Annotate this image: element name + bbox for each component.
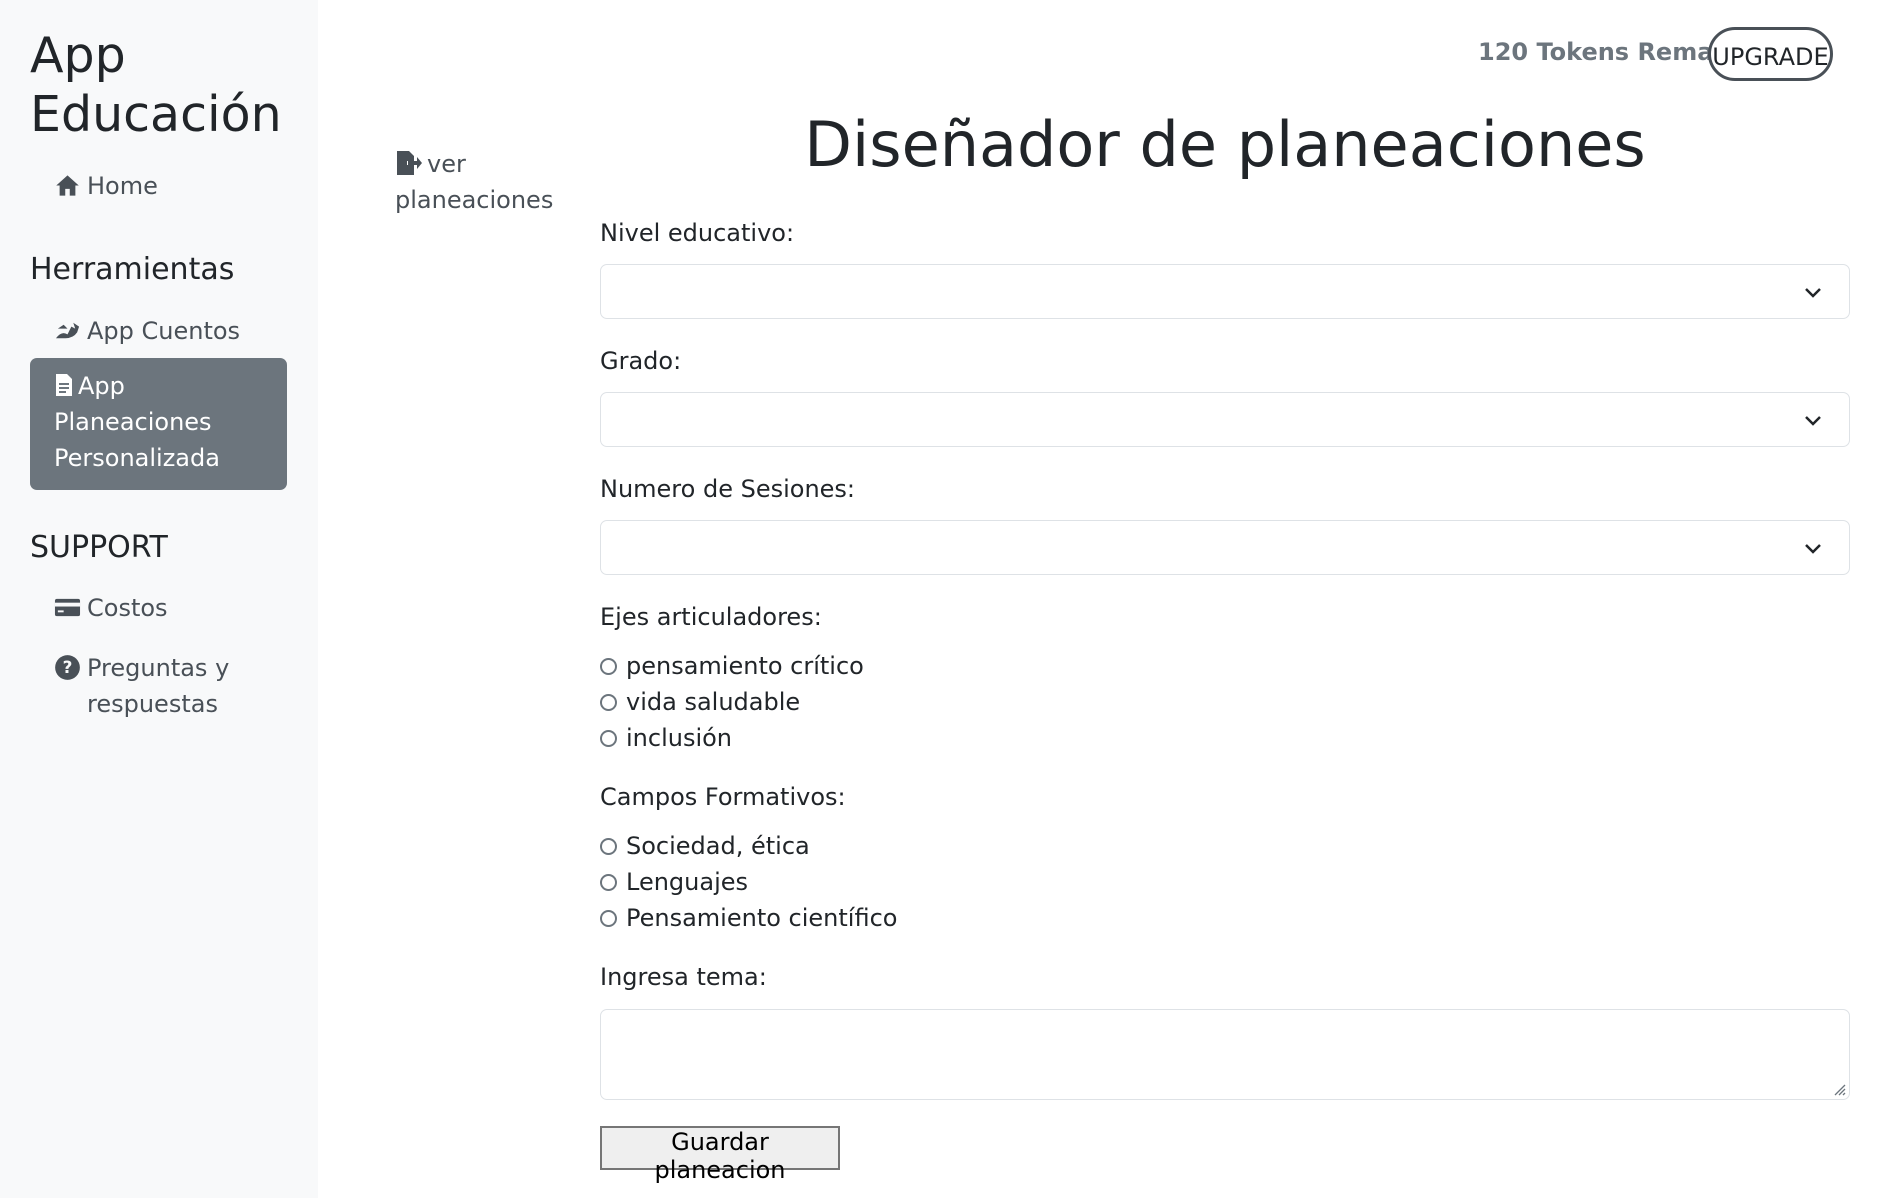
ejes-label: Ejes articuladores: xyxy=(600,603,822,631)
svg-text:?: ? xyxy=(63,657,73,677)
campos-label: Campos Formativos: xyxy=(600,783,846,811)
chevron-down-icon xyxy=(1805,544,1821,554)
home-icon xyxy=(56,175,79,196)
radio-label: inclusión xyxy=(626,724,733,752)
radio-label: Sociedad, ética xyxy=(626,832,810,860)
sidebar-item-home[interactable]: Home xyxy=(54,168,158,204)
sidebar-item-preguntas[interactable]: ? Preguntas y respuestas xyxy=(54,650,284,722)
tema-label: Ingresa tema: xyxy=(600,963,767,991)
radio-label: Pensamiento científico xyxy=(626,904,898,932)
sidebar-item-app-planeaciones[interactable]: App Planeaciones Personalizada xyxy=(30,358,287,490)
radio-button[interactable] xyxy=(600,873,617,891)
ver-planeaciones-link[interactable]: ver planeaciones xyxy=(395,146,575,218)
radio-option[interactable]: Lenguajes xyxy=(600,868,748,896)
resize-grip-icon[interactable] xyxy=(1832,1082,1846,1096)
grado-select[interactable] xyxy=(600,392,1850,447)
sidebar-item-label: App Planeaciones Personalizada xyxy=(54,372,220,472)
chevron-down-icon xyxy=(1805,288,1821,298)
file-text-icon xyxy=(56,374,72,396)
sesiones-select[interactable] xyxy=(600,520,1850,575)
save-button[interactable]: Guardar planeacion xyxy=(600,1126,840,1184)
radio-button[interactable] xyxy=(600,729,617,747)
upgrade-button[interactable]: UPGRADE xyxy=(1708,27,1833,81)
sidebar-item-app-cuentos[interactable]: App Cuentos xyxy=(54,313,240,349)
radio-button[interactable] xyxy=(600,693,617,711)
radio-option[interactable]: Pensamiento científico xyxy=(600,904,897,932)
chevron-down-icon xyxy=(1805,416,1821,426)
sidebar-item-label: App Cuentos xyxy=(87,317,241,345)
radio-option[interactable]: vida saludable xyxy=(600,688,800,716)
radio-button[interactable] xyxy=(600,909,617,927)
radio-label: pensamiento crítico xyxy=(626,652,864,680)
radio-option[interactable]: pensamiento crítico xyxy=(600,652,864,680)
sidebar-item-label: Costos xyxy=(87,594,168,622)
page-title: Diseñador de planeaciones xyxy=(804,108,1646,181)
grado-label: Grado: xyxy=(600,347,682,375)
sidebar-item-costos[interactable]: Costos xyxy=(54,590,168,626)
sidebar: App Educación Home Herramientas App Cuen… xyxy=(0,0,318,1198)
tema-textarea[interactable] xyxy=(600,1009,1850,1100)
question-circle-icon: ? xyxy=(55,655,80,680)
nivel-label: Nivel educativo: xyxy=(600,219,795,247)
sesiones-label: Numero de Sesiones: xyxy=(600,475,856,503)
sidebar-item-label: Home xyxy=(87,172,158,200)
credit-card-icon xyxy=(54,598,81,617)
nivel-select[interactable] xyxy=(600,264,1850,319)
radio-label: Lenguajes xyxy=(626,868,749,896)
sidebar-item-label: Preguntas y respuestas xyxy=(87,654,230,718)
dragon-icon xyxy=(55,322,80,339)
radio-option[interactable]: Sociedad, ética xyxy=(600,832,810,860)
tools-section-title: Herramientas xyxy=(30,252,235,287)
radio-label: vida saludable xyxy=(626,688,801,716)
brand-title: App Educación xyxy=(30,27,282,143)
radio-button[interactable] xyxy=(600,837,617,855)
radio-option[interactable]: inclusión xyxy=(600,724,732,752)
support-section-title: SUPPORT xyxy=(30,530,168,565)
radio-button[interactable] xyxy=(600,657,617,675)
file-export-icon xyxy=(397,151,422,175)
tokens-remaining: 120 Tokens Remain xyxy=(1478,38,1739,66)
